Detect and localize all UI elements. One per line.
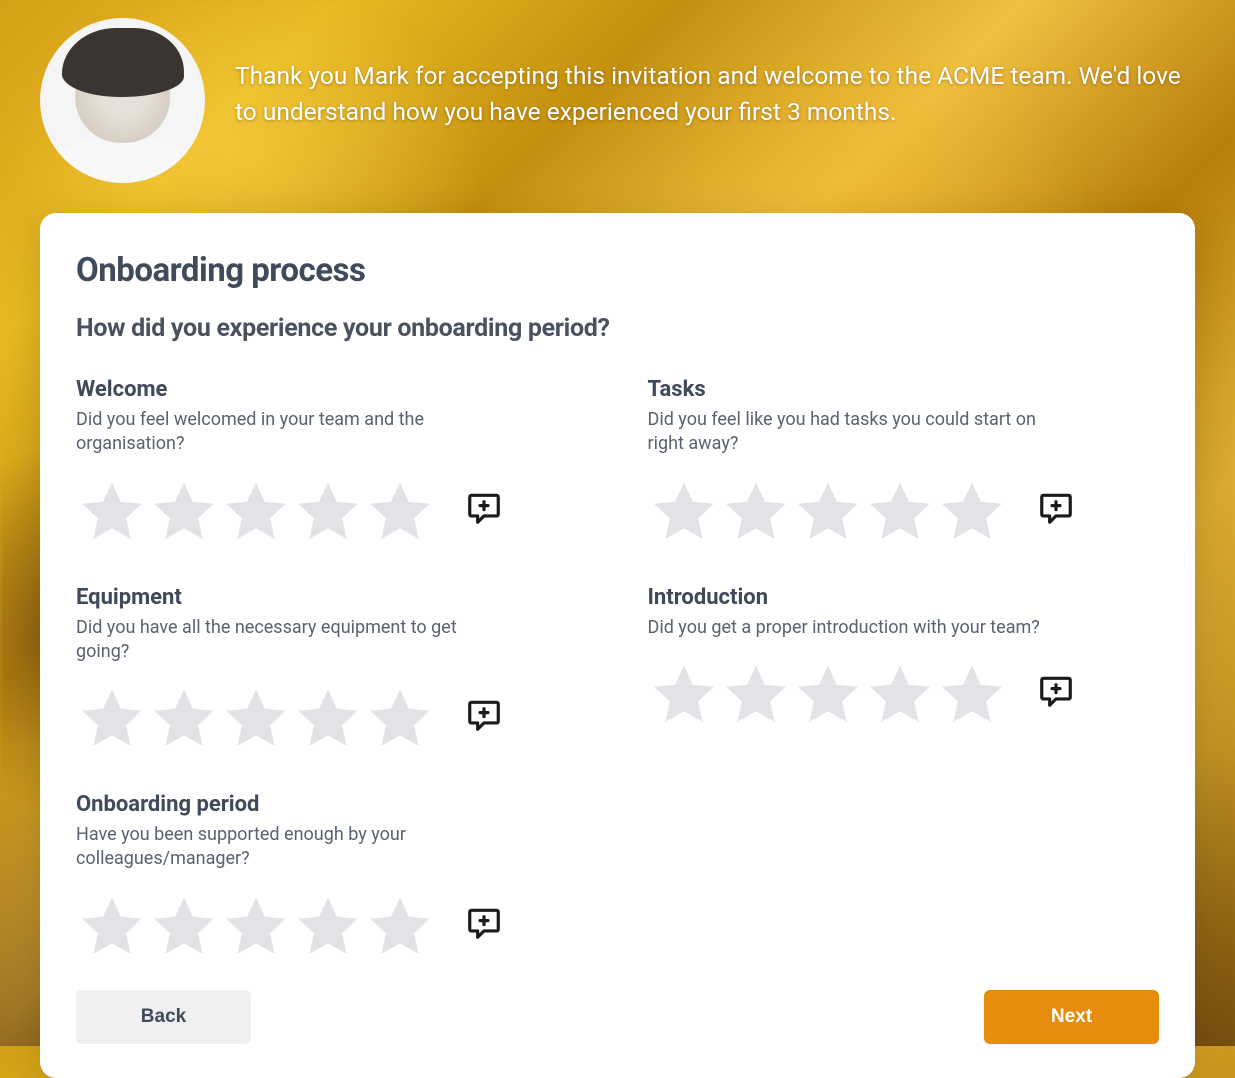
add-comment-icon[interactable] <box>464 695 504 735</box>
question-equipment: Equipment Did you have all the necessary… <box>76 585 588 755</box>
add-comment-icon[interactable] <box>464 903 504 943</box>
footer-nav: Back Next <box>76 990 1159 1044</box>
star-icon[interactable] <box>220 475 292 547</box>
question-description: Have you been supported enough by your c… <box>76 823 476 872</box>
star-icon[interactable] <box>648 475 720 547</box>
star-rating <box>648 658 1008 730</box>
star-icon[interactable] <box>720 658 792 730</box>
star-icon[interactable] <box>720 475 792 547</box>
page-subtitle: How did you experience your onboarding p… <box>76 314 1159 343</box>
star-icon[interactable] <box>292 890 364 962</box>
question-title: Tasks <box>648 377 1160 402</box>
star-icon[interactable] <box>292 682 364 754</box>
next-button[interactable]: Next <box>984 990 1159 1044</box>
star-icon[interactable] <box>76 890 148 962</box>
question-description: Did you have all the necessary equipment… <box>76 616 476 665</box>
rating-row <box>648 658 1160 730</box>
star-icon[interactable] <box>76 682 148 754</box>
star-icon[interactable] <box>148 890 220 962</box>
star-icon[interactable] <box>364 682 436 754</box>
star-icon[interactable] <box>792 475 864 547</box>
star-icon[interactable] <box>936 475 1008 547</box>
question-description: Did you feel like you had tasks you coul… <box>648 408 1048 457</box>
star-icon[interactable] <box>792 658 864 730</box>
question-title: Onboarding period <box>76 792 588 817</box>
add-comment-icon[interactable] <box>1036 671 1076 711</box>
star-icon[interactable] <box>220 890 292 962</box>
welcome-message: Thank you Mark for accepting this invita… <box>235 18 1195 129</box>
star-icon[interactable] <box>936 658 1008 730</box>
star-icon[interactable] <box>864 658 936 730</box>
avatar <box>40 18 205 183</box>
question-title: Welcome <box>76 377 588 402</box>
star-icon[interactable] <box>148 682 220 754</box>
rating-row <box>76 890 588 962</box>
question-title: Equipment <box>76 585 588 610</box>
survey-card: Onboarding process How did you experienc… <box>40 213 1195 1078</box>
rating-row <box>648 475 1160 547</box>
star-icon[interactable] <box>292 475 364 547</box>
question-welcome: Welcome Did you feel welcomed in your te… <box>76 377 588 547</box>
question-tasks: Tasks Did you feel like you had tasks yo… <box>648 377 1160 547</box>
question-grid: Welcome Did you feel welcomed in your te… <box>76 377 1159 962</box>
question-title: Introduction <box>648 585 1160 610</box>
add-comment-icon[interactable] <box>1036 488 1076 528</box>
add-comment-icon[interactable] <box>464 488 504 528</box>
star-rating <box>76 475 436 547</box>
avatar-image <box>40 18 205 183</box>
star-icon[interactable] <box>364 475 436 547</box>
star-icon[interactable] <box>364 890 436 962</box>
star-rating <box>76 890 436 962</box>
question-description: Did you feel welcomed in your team and t… <box>76 408 476 457</box>
star-icon[interactable] <box>864 475 936 547</box>
star-icon[interactable] <box>148 475 220 547</box>
star-icon[interactable] <box>648 658 720 730</box>
star-icon[interactable] <box>220 682 292 754</box>
rating-row <box>76 475 588 547</box>
rating-row <box>76 682 588 754</box>
star-icon[interactable] <box>76 475 148 547</box>
question-introduction: Introduction Did you get a proper introd… <box>648 585 1160 755</box>
question-description: Did you get a proper introduction with y… <box>648 616 1048 640</box>
page-title: Onboarding process <box>76 251 1159 290</box>
header: Thank you Mark for accepting this invita… <box>0 0 1235 183</box>
star-rating <box>648 475 1008 547</box>
question-onboarding-period: Onboarding period Have you been supporte… <box>76 792 588 962</box>
star-rating <box>76 682 436 754</box>
back-button[interactable]: Back <box>76 990 251 1044</box>
